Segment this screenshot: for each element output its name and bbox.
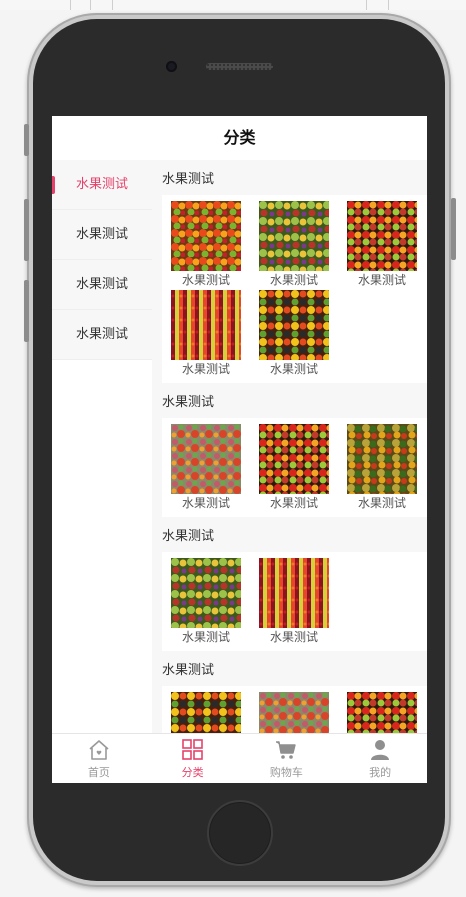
volume-down-button: [24, 280, 29, 342]
product-image: [347, 424, 417, 494]
section-title: 水果测试: [162, 395, 215, 410]
product-list: 水果测试 水果测试 水果测试 水果测试 水果测试 水果测试 水果测试 水果测试 …: [152, 160, 427, 733]
bottom-tabbar: 首页 分类 购物车 我的: [52, 733, 427, 783]
page-title: 分类: [52, 116, 427, 160]
product-image: [259, 424, 329, 494]
section-grid: [162, 686, 427, 733]
product-item[interactable]: 水果测试: [171, 424, 241, 513]
product-label: 水果测试: [269, 496, 318, 510]
section-title: 水果测试: [162, 172, 215, 187]
product-image: [259, 201, 329, 271]
cart-icon: [276, 741, 297, 759]
sidebar-item-fruit-4[interactable]: 水果测试: [52, 310, 152, 360]
earpiece-speaker: [206, 63, 273, 70]
tab-category[interactable]: 分类: [146, 734, 240, 783]
tab-cart-label: 购物车: [269, 766, 303, 779]
tab-home[interactable]: 首页: [52, 734, 146, 783]
tab-profile-label: 我的: [369, 766, 392, 779]
product-label: 水果测试: [181, 496, 230, 510]
front-camera: [166, 61, 177, 72]
section-title: 水果测试: [162, 529, 215, 544]
ruler-tick: [388, 0, 389, 10]
power-button: [451, 198, 456, 260]
product-image: [171, 201, 241, 271]
section-title: 水果测试: [162, 663, 215, 678]
ruler-tick: [90, 0, 91, 10]
product-image: [171, 290, 241, 360]
ruler-tick: [112, 0, 113, 10]
user-icon: [371, 740, 390, 760]
product-label: 水果测试: [181, 273, 230, 287]
product-image: [171, 424, 241, 494]
product-label: 水果测试: [269, 630, 318, 644]
product-image: [259, 692, 329, 733]
mute-switch: [24, 124, 29, 156]
sidebar-item-fruit-2[interactable]: 水果测试: [52, 210, 152, 260]
product-image: [171, 692, 241, 733]
product-item[interactable]: 水果测试: [259, 424, 329, 513]
ruler-tick: [366, 0, 367, 10]
category-grid-icon: [181, 739, 203, 760]
product-item[interactable]: 水果测试: [171, 558, 241, 647]
product-label: 水果测试: [181, 362, 230, 376]
category-body: 水果测试 水果测试 水果测试 水果测试 水果测试 水果测试 水果测试 水果测试: [52, 160, 427, 733]
volume-up-button: [24, 199, 29, 261]
top-ruler: [0, 0, 466, 10]
app-screen: 分类 水果测试 水果测试 水果测试 水果测试 水果测试 水果测试 水果测试 水果…: [52, 116, 427, 783]
product-item[interactable]: [347, 692, 417, 733]
tab-home-label: 首页: [87, 766, 110, 779]
product-item[interactable]: [259, 692, 329, 733]
tab-category-label: 分类: [181, 766, 204, 779]
home-icon: [89, 740, 109, 760]
product-item[interactable]: 水果测试: [259, 558, 329, 647]
product-item[interactable]: [171, 692, 241, 733]
product-image: [259, 290, 329, 360]
product-label: 水果测试: [357, 273, 406, 287]
tab-profile[interactable]: 我的: [333, 734, 427, 783]
product-label: 水果测试: [269, 362, 318, 376]
product-item[interactable]: 水果测试: [171, 290, 241, 379]
home-button[interactable]: [207, 800, 273, 866]
section-grid: 水果测试 水果测试: [162, 552, 427, 651]
product-image: [347, 692, 417, 733]
product-label: 水果测试: [357, 496, 406, 510]
product-item[interactable]: 水果测试: [259, 201, 329, 290]
product-item[interactable]: 水果测试: [171, 201, 241, 290]
sidebar-item-fruit-3[interactable]: 水果测试: [52, 260, 152, 310]
product-item[interactable]: 水果测试: [347, 201, 417, 290]
product-item[interactable]: 水果测试: [347, 424, 417, 513]
product-label: 水果测试: [269, 273, 318, 287]
ruler-tick: [70, 0, 71, 10]
category-sidebar: 水果测试 水果测试 水果测试 水果测试: [52, 160, 152, 733]
product-image: [259, 558, 329, 628]
sidebar-item-fruit-1[interactable]: 水果测试: [52, 160, 152, 210]
product-image: [171, 558, 241, 628]
product-item[interactable]: 水果测试: [259, 290, 329, 379]
product-label: 水果测试: [181, 630, 230, 644]
tab-cart[interactable]: 购物车: [240, 734, 334, 783]
section-grid: 水果测试 水果测试 水果测试 水果测试 水果测试: [162, 195, 427, 383]
product-image: [347, 201, 417, 271]
section-grid: 水果测试 水果测试 水果测试: [162, 418, 427, 517]
